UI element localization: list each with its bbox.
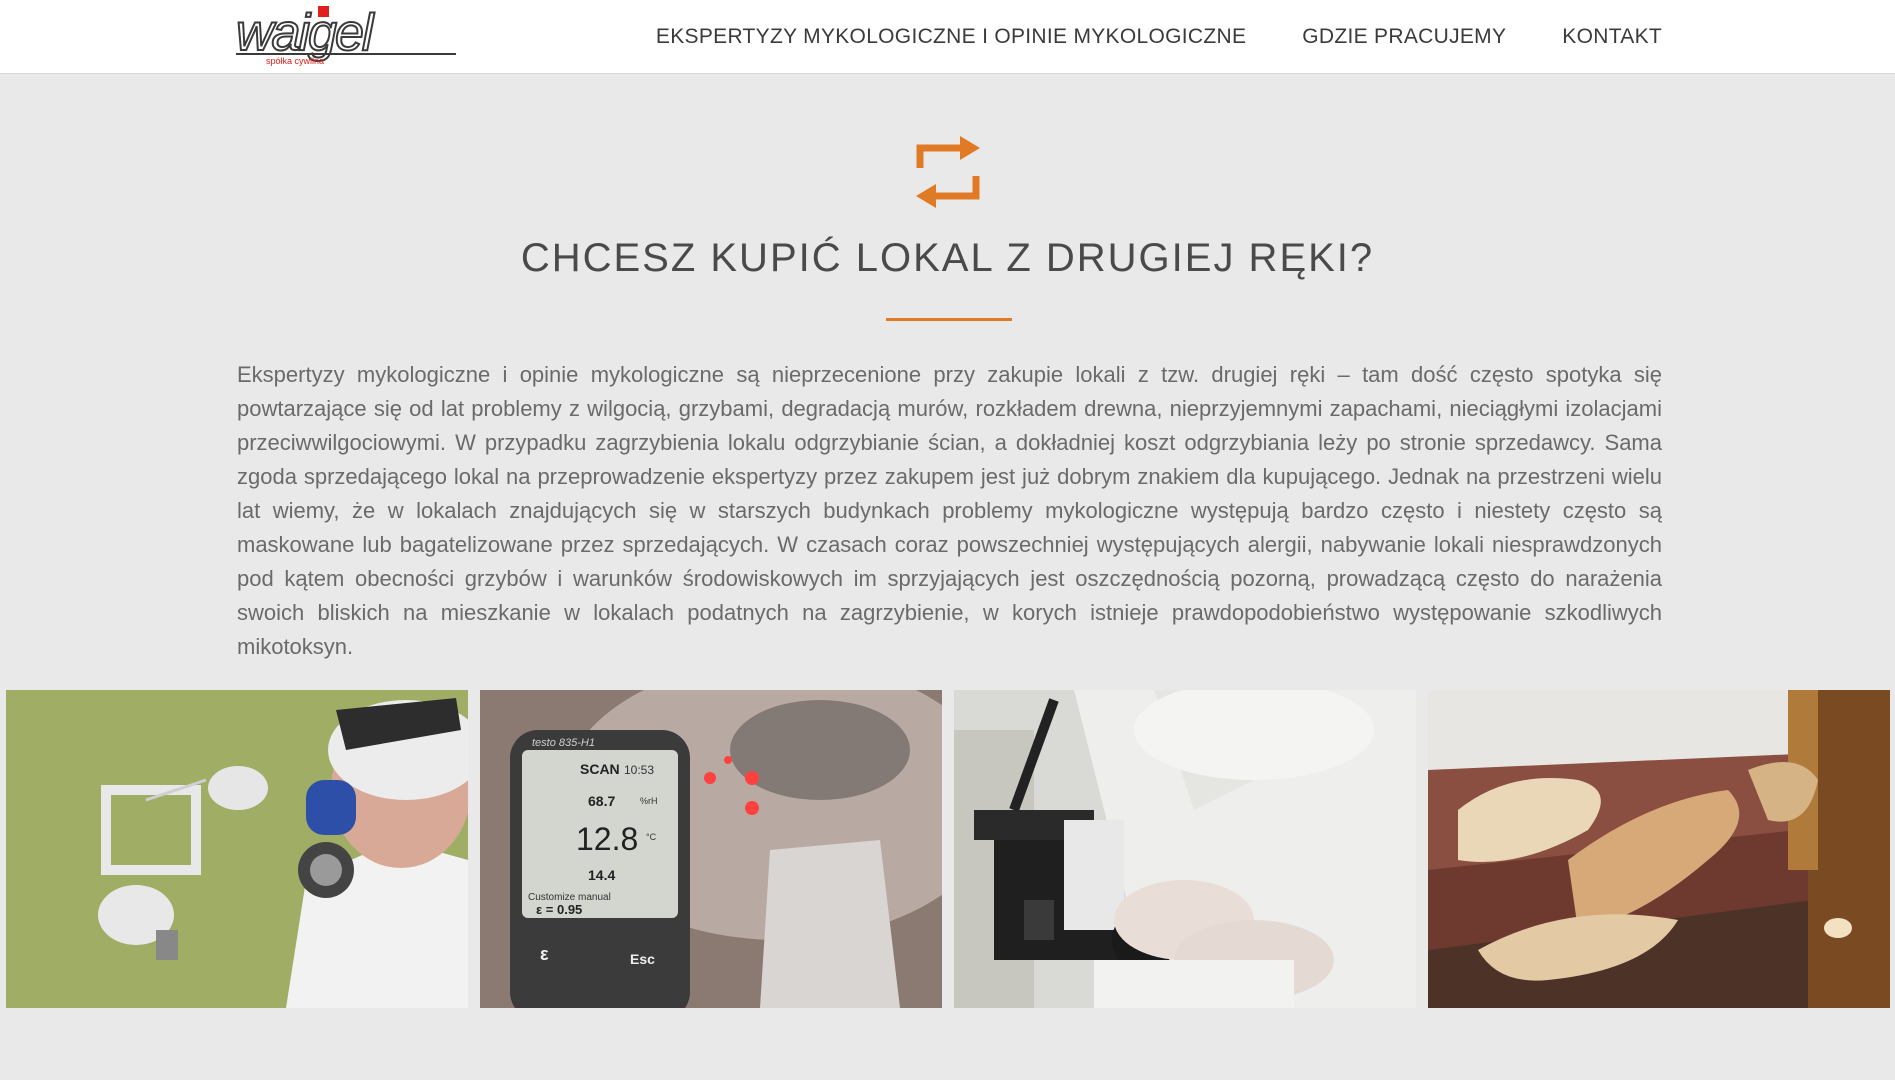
thermo-reading-low: 14.4: [588, 867, 615, 883]
thermo-reading-main: 12.8: [576, 821, 638, 857]
retweet-arrows-icon: [912, 134, 984, 210]
photo-thermometer-scan[interactable]: testo 835-H1 SCAN 10:53 68.7 %rH 12.8 °C…: [480, 690, 942, 1008]
title-divider: [886, 318, 1012, 321]
site-header: waigel spółka cywilna EKSPERTYZY MYKOLOG…: [0, 0, 1895, 74]
thermo-time: 10:53: [624, 763, 654, 777]
logo-subtext: spółka cywilna: [266, 56, 324, 66]
nav-item-gdzie-pracujemy[interactable]: GDZIE PRACUJEMY: [1302, 25, 1506, 49]
photo-microscope-analysis[interactable]: [954, 690, 1416, 1008]
section-title: CHCESZ KUPIĆ LOKAL Z DRUGIEJ RĘKI?: [520, 236, 1375, 280]
thermo-emissivity: ε = 0.95: [536, 902, 582, 917]
thermo-key-epsilon: ε: [540, 944, 549, 964]
thermo-unit-c: °C: [646, 832, 657, 842]
section-body: Ekspertyzy mykologiczne i opinie mykolog…: [237, 362, 1662, 659]
thermo-mode: SCAN: [580, 761, 620, 777]
logo-mark: waigel spółka cywilna: [235, 3, 456, 66]
thermo-reading-top: 68.7: [588, 793, 615, 809]
thermo-key-esc: Esc: [630, 951, 655, 967]
nav-item-ekspertyzy[interactable]: EKSPERTYZY MYKOLOGICZNE I OPINIE MYKOLOG…: [656, 25, 1246, 49]
main-nav: EKSPERTYZY MYKOLOGICZNE I OPINIE MYKOLOG…: [656, 0, 1662, 74]
nav-item-kontakt[interactable]: KONTAKT: [1562, 25, 1662, 49]
photo-inspector-with-respirator[interactable]: [6, 690, 468, 1008]
thermo-model: testo 835-H1: [532, 737, 595, 749]
photo-fungal-damage[interactable]: [1428, 690, 1890, 1008]
thermo-unit-rh: %rH: [640, 796, 658, 806]
logo[interactable]: waigel spółka cywilna: [235, 3, 458, 70]
photo-gallery: testo 835-H1 SCAN 10:53 68.7 %rH 12.8 °C…: [6, 690, 1895, 1009]
